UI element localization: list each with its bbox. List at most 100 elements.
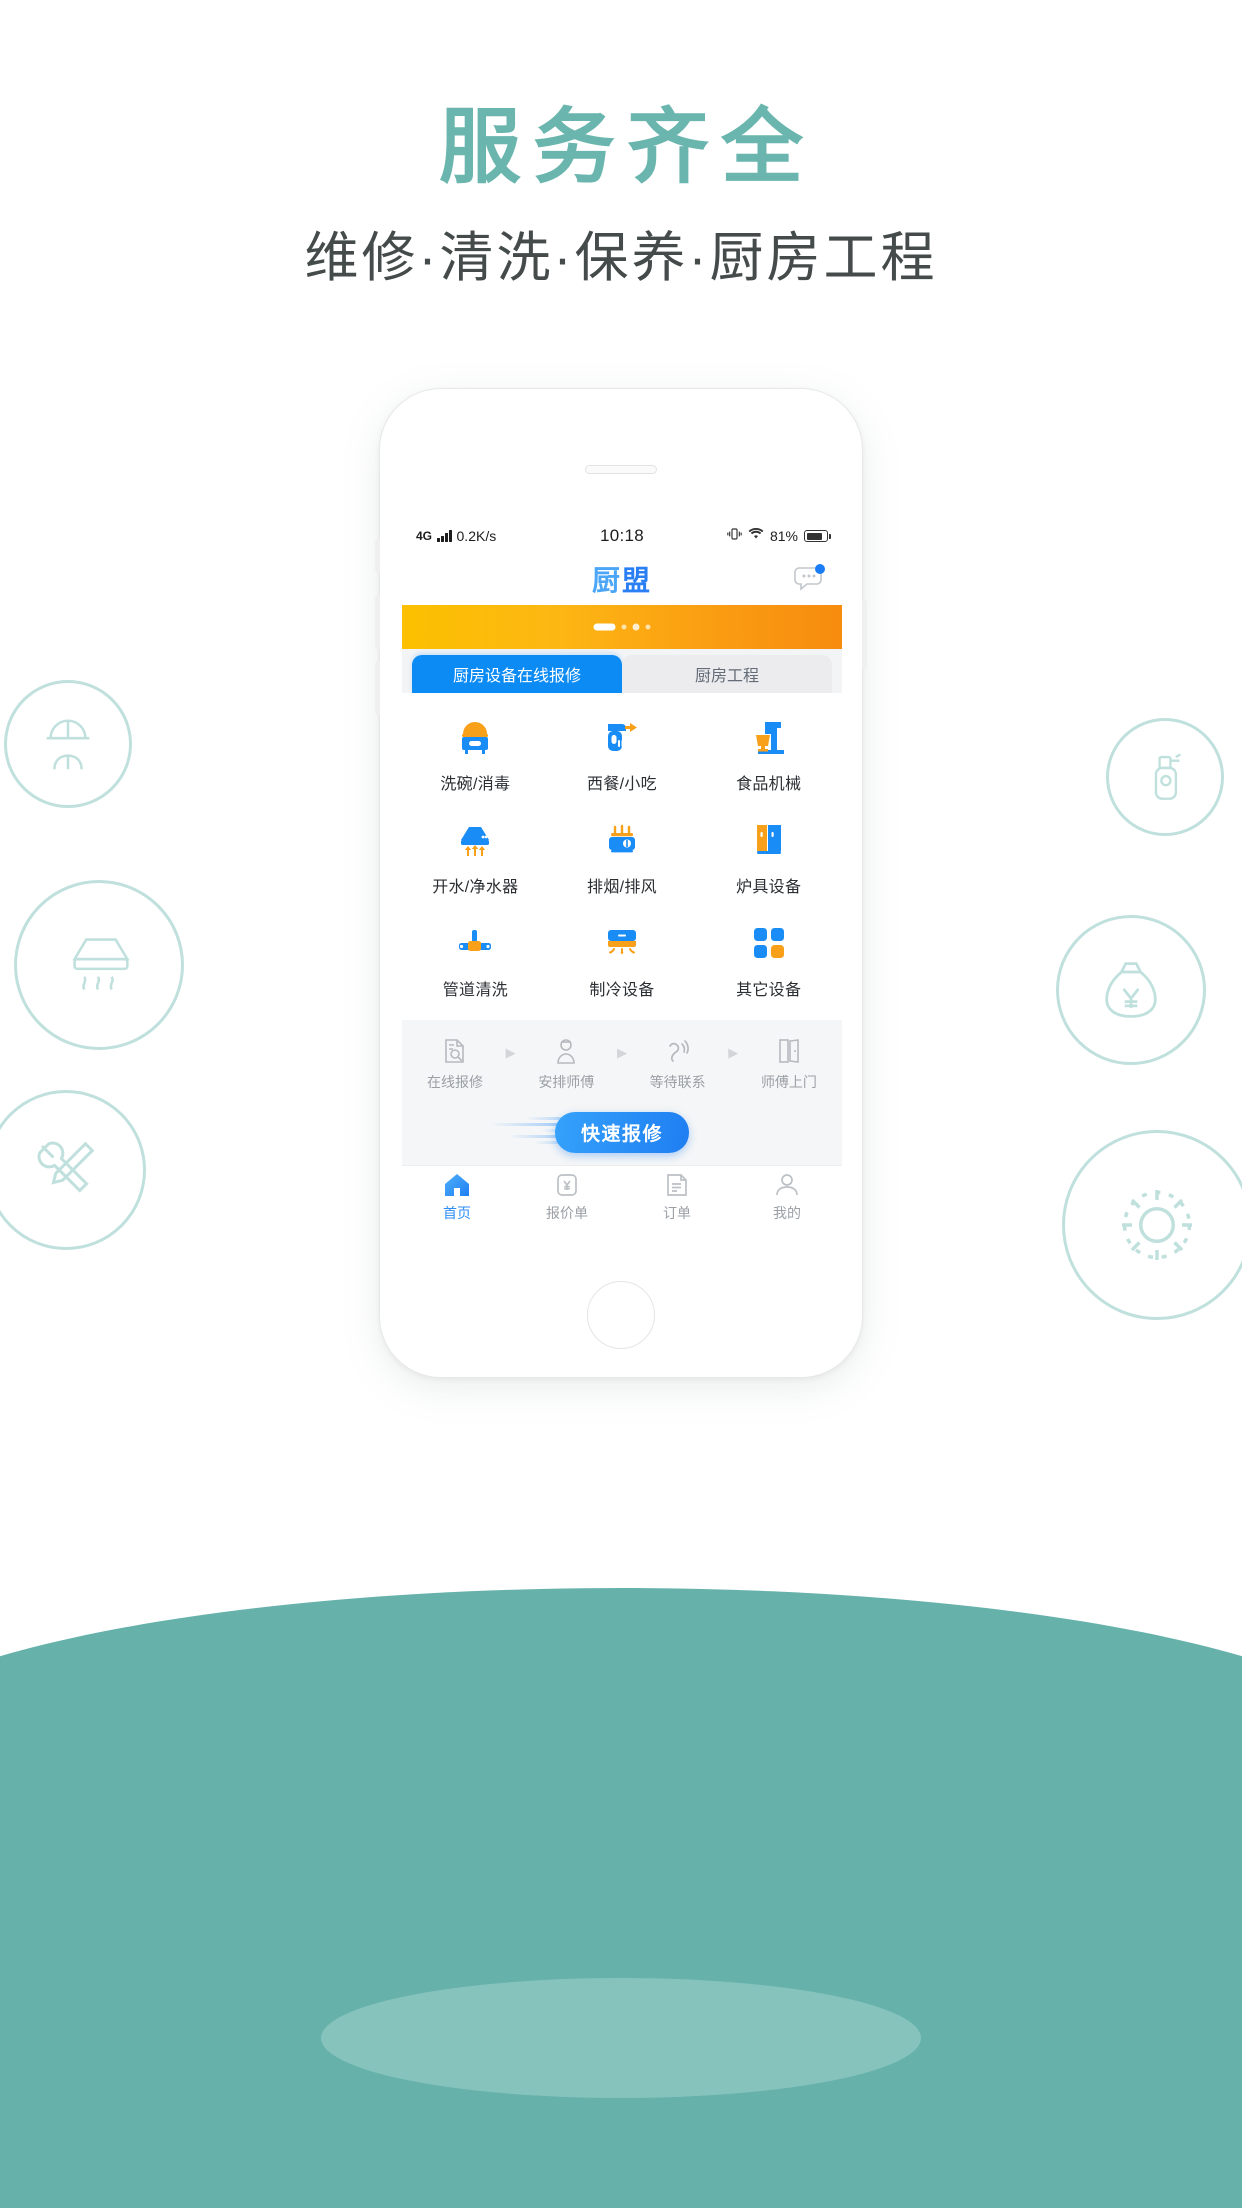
service-item-western-snack[interactable]: 西餐/小吃 [549, 717, 696, 794]
phone-button-silent[interactable] [375, 539, 380, 573]
service-item-water-purifier[interactable]: 开水/净水器 [402, 820, 549, 897]
step-online-report: 在线报修 [420, 1038, 490, 1092]
status-clock: 10:18 [599, 526, 645, 545]
step-arrow-icon: ▶ [616, 1045, 627, 1060]
chat-bubble-icon[interactable] [794, 564, 826, 594]
home-icon [444, 1172, 470, 1198]
phone-screen: 4G 0.2K/s 10:18 81% 厨盟 厨房设备在线报修 厨房工程 洗碗/… [402, 519, 842, 1229]
phone-button-voldown[interactable] [375, 661, 380, 715]
banner-dot-active[interactable] [593, 623, 616, 631]
document-search-icon [443, 1038, 467, 1064]
step-label: 安排师傅 [538, 1074, 595, 1090]
step-technician-arrives: 师傅上门 [754, 1038, 824, 1092]
banner-indicator [593, 623, 651, 631]
user-profile-icon [775, 1172, 799, 1198]
deco-circle-hood [14, 880, 184, 1050]
hand-mixer-icon [602, 717, 642, 757]
step-arrow-icon: ▶ [728, 1045, 739, 1060]
order-list-icon [666, 1172, 688, 1198]
page-title: 服务齐全 [438, 102, 815, 193]
network-speed-label: 0.2K/s [456, 528, 497, 544]
tab-kitchen-engineering[interactable]: 厨房工程 [622, 655, 832, 693]
step-wait-contact: 等待联系 [643, 1038, 713, 1092]
air-conditioner-icon [602, 923, 642, 963]
step-label: 等待联系 [649, 1074, 706, 1090]
phone-home-button[interactable] [587, 1281, 655, 1349]
phone-button-volup[interactable] [375, 595, 380, 649]
deco-circle-money [1056, 915, 1206, 1065]
nav-label: 订单 [663, 1205, 691, 1221]
service-item-stove[interactable]: 炉具设备 [695, 820, 842, 897]
service-label: 炉具设备 [736, 879, 802, 896]
deco-circle-gear [1062, 1130, 1242, 1320]
deco-circle-tools [0, 1090, 146, 1250]
stand-mixer-icon [749, 717, 789, 757]
status-bar: 4G 0.2K/s 10:18 81% [402, 519, 842, 553]
pipe-cleaning-icon [455, 923, 495, 963]
tab-equipment-repair[interactable]: 厨房设备在线报修 [412, 655, 622, 693]
worker-helmet-icon [37, 713, 99, 775]
phone-earpiece [585, 465, 657, 474]
service-label: 管道清洗 [442, 982, 508, 999]
service-label: 排烟/排风 [587, 879, 657, 896]
service-item-exhaust[interactable]: 排烟/排风 [549, 820, 696, 897]
money-bag-yuan-icon [1094, 953, 1168, 1027]
nav-label: 我的 [773, 1205, 801, 1221]
service-item-other[interactable]: 其它设备 [695, 923, 842, 1000]
stove-cabinet-icon [749, 820, 789, 860]
network-type-label: 4G [416, 529, 433, 543]
service-item-refrigeration[interactable]: 制冷设备 [549, 923, 696, 1000]
gear-icon [1107, 1175, 1207, 1275]
wifi-icon [748, 527, 764, 545]
deco-circle-worker [4, 680, 132, 808]
service-label: 洗碗/消毒 [440, 776, 511, 793]
service-item-pipe-cleaning[interactable]: 管道清洗 [402, 923, 549, 1000]
banner-dot[interactable] [632, 623, 640, 631]
page-subtitle: 维修·清洗·保养·厨房工程 [304, 228, 938, 289]
service-item-dishwasher[interactable]: 洗碗/消毒 [402, 717, 549, 794]
nav-item-home[interactable]: 首页 [402, 1172, 512, 1223]
nav-label: 报价单 [546, 1205, 588, 1221]
repair-steps: 在线报修 ▶ 安排师傅 ▶ 等待联系 ▶ 师傅上门 [414, 1038, 830, 1092]
nav-item-orders[interactable]: 订单 [622, 1172, 732, 1223]
background-teal-band [0, 1588, 1242, 2208]
repair-flow-card: 在线报修 ▶ 安排师傅 ▶ 等待联系 ▶ 师傅上门 快速报修 [402, 1020, 842, 1168]
nav-item-profile[interactable]: 我的 [732, 1172, 842, 1223]
range-hood-icon [55, 925, 143, 1005]
service-item-food-machinery[interactable]: 食品机械 [695, 717, 842, 794]
banner-dot[interactable] [645, 624, 651, 630]
bottom-navigation: 首页 报价单 订单 我的 [402, 1165, 842, 1229]
banner-dot[interactable] [621, 624, 627, 630]
nav-label: 首页 [443, 1205, 471, 1221]
technician-person-icon [554, 1038, 578, 1064]
deco-circle-spray [1106, 718, 1224, 836]
phone-button-power[interactable] [862, 599, 867, 669]
app-header: 厨盟 [402, 553, 842, 605]
service-label: 其它设备 [736, 982, 802, 999]
spray-bottle-icon [1136, 748, 1194, 806]
category-tabs: 厨房设备在线报修 厨房工程 [402, 649, 842, 693]
battery-percent-label: 81% [769, 528, 799, 544]
step-assign-technician: 安排师傅 [531, 1038, 601, 1092]
water-boiler-purifier-icon [455, 820, 495, 860]
vibrate-icon [727, 527, 742, 546]
signal-bars-icon [437, 530, 452, 542]
promo-banner[interactable] [402, 605, 842, 649]
service-grid: 洗碗/消毒 西餐/小吃 食品机械 开水/净水器 排烟/排风 炉具设备 管道清洗 … [402, 693, 842, 1014]
cta-row: 快速报修 [414, 1111, 830, 1153]
app-logo: 厨盟 [592, 559, 652, 599]
service-label: 西餐/小吃 [587, 776, 657, 793]
grid-four-squares-icon [749, 923, 789, 963]
phone-ringing-icon [665, 1038, 691, 1064]
service-label: 制冷设备 [589, 982, 655, 999]
quote-yuan-icon [555, 1172, 579, 1198]
exhaust-fan-icon [602, 820, 642, 860]
service-label: 食品机械 [736, 776, 802, 793]
background-shadow-ellipse [321, 1978, 921, 2098]
step-label: 在线报修 [427, 1074, 483, 1090]
door-open-icon [777, 1038, 801, 1064]
app-logo-char-1: 厨 [591, 565, 622, 596]
battery-icon [804, 530, 832, 542]
quick-repair-button[interactable]: 快速报修 [554, 1111, 689, 1153]
nav-item-quotes[interactable]: 报价单 [512, 1172, 622, 1223]
